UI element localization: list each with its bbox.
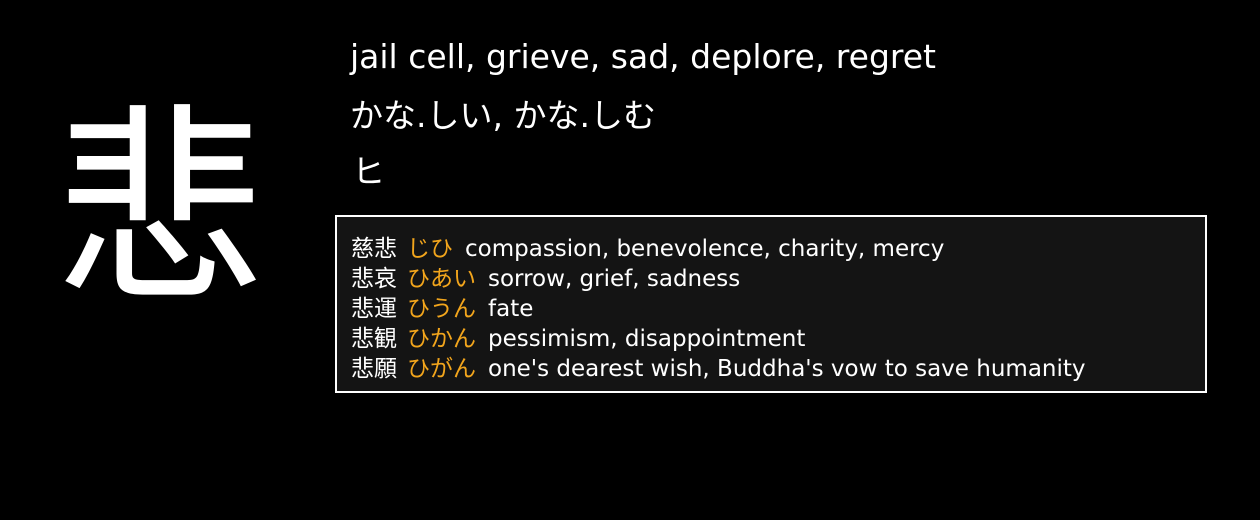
vocab-meaning: sorrow, grief, sadness bbox=[488, 266, 741, 292]
vocab-word: 悲願 bbox=[351, 356, 397, 382]
vocab-meaning: pessimism, disappointment bbox=[488, 326, 806, 352]
vocab-word: 悲観 bbox=[351, 326, 397, 352]
vocab-row: 悲運 ひうん fate bbox=[351, 294, 1205, 324]
vocab-word: 悲運 bbox=[351, 296, 397, 322]
vocab-row: 悲願 ひがん one's dearest wish, Buddha's vow to… bbox=[351, 354, 1205, 384]
kanji-character: 悲 bbox=[54, 87, 265, 332]
on-readings: ヒ bbox=[352, 152, 385, 191]
vocab-meaning: one's dearest wish, Buddha's vow to save… bbox=[488, 356, 1086, 382]
vocab-reading: じひ bbox=[407, 236, 453, 262]
kanji-meanings: jail cell, grieve, sad, deplore, regret bbox=[350, 37, 936, 76]
vocab-reading: ひがん bbox=[407, 356, 476, 382]
vocabulary-panel: 慈悲 じひ compassion, benevolence, charity, me… bbox=[335, 215, 1207, 393]
vocab-meaning: compassion, benevolence, charity, mercy bbox=[465, 236, 945, 262]
kun-readings: かな.しい, かな.しむ bbox=[350, 96, 656, 135]
vocab-row: 悲哀 ひあい sorrow, grief, sadness bbox=[351, 264, 1205, 294]
vocab-reading: ひかん bbox=[407, 326, 476, 352]
vocab-word: 慈悲 bbox=[351, 236, 397, 262]
vocab-row: 悲観 ひかん pessimism, disappointment bbox=[351, 324, 1205, 354]
vocab-reading: ひあい bbox=[407, 266, 476, 292]
vocab-reading: ひうん bbox=[407, 296, 476, 322]
vocab-meaning: fate bbox=[488, 296, 534, 322]
vocab-row: 慈悲 じひ compassion, benevolence, charity, me… bbox=[351, 234, 1205, 264]
vocab-word: 悲哀 bbox=[351, 266, 397, 292]
